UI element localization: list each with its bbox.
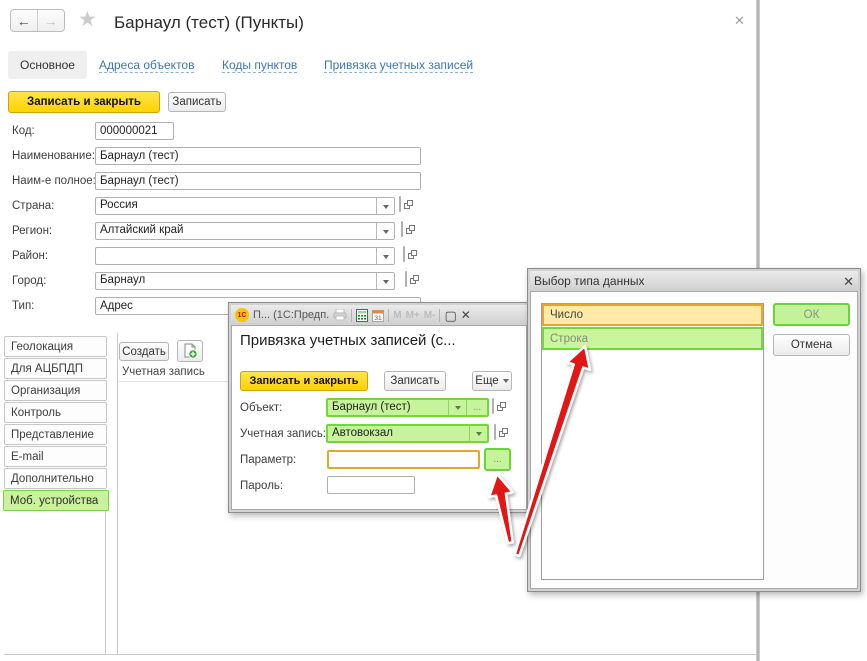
field-label-tip: Тип: xyxy=(12,300,34,312)
dialog-save-close-button[interactable]: Записать и закрыть xyxy=(240,371,368,391)
type-select-titlebar[interactable]: Выбор типа данных ✕ xyxy=(530,271,858,291)
memory-mminus-button[interactable]: M- xyxy=(424,310,436,321)
sidebar-item-kontrol[interactable]: Контроль xyxy=(4,402,107,423)
naimenovanie-field[interactable] xyxy=(95,147,421,165)
type-select-dialog: Выбор типа данных ✕ Число Строка ОК Отме… xyxy=(527,268,861,592)
binding-dialog-titlebar[interactable]: 1С П... (1С:Предп. 31 M M+ M- ▢ ✕ xyxy=(231,305,527,325)
save-close-button[interactable]: Записать и закрыть xyxy=(8,91,160,113)
memory-mplus-button[interactable]: M+ xyxy=(406,310,420,321)
account-open-button[interactable] xyxy=(494,424,496,440)
page-title: Барнаул (тест) (Пункты) xyxy=(114,13,304,33)
field-label-naimenovanie: Наименование: xyxy=(12,150,95,162)
rajon-dropdown-icon[interactable] xyxy=(376,248,394,264)
forward-button[interactable]: → xyxy=(38,10,64,31)
type-list[interactable]: Число Строка xyxy=(541,303,764,580)
strana-open-button[interactable] xyxy=(399,196,401,212)
region-open-button[interactable] xyxy=(401,221,403,237)
object-combo[interactable]: Барнаул (тест) ... xyxy=(326,398,489,417)
1c-logo-icon: 1С xyxy=(235,308,249,322)
object-open-button[interactable] xyxy=(492,398,494,414)
more-dropdown-icon xyxy=(503,379,509,386)
binding-dialog-body: Привязка учетных записей (с... Записать … xyxy=(231,325,527,510)
type-select-body: Число Строка ОК Отмена xyxy=(530,291,858,589)
sidebar-item-geolokaciya[interactable]: Геолокация xyxy=(4,336,107,357)
sidebar-item-predstavlenie[interactable]: Представление xyxy=(4,424,107,445)
region-dropdown-icon[interactable] xyxy=(376,223,394,239)
type-select-close-icon[interactable]: ✕ xyxy=(843,275,854,288)
sidebar-item-mob-ustrojstva[interactable]: Моб. устройства xyxy=(3,490,109,511)
svg-text:31: 31 xyxy=(375,315,383,322)
field-label-rajon: Район: xyxy=(12,250,48,262)
type-item-stroka[interactable]: Строка xyxy=(542,327,763,350)
type-item-chislo[interactable]: Число xyxy=(542,304,763,326)
kod-field[interactable] xyxy=(95,122,174,140)
cancel-button[interactable]: Отмена xyxy=(773,334,850,356)
tab-privyazka-uchetnyh-zapisej[interactable]: Привязка учетных записей xyxy=(324,58,473,73)
object-ellipsis-button[interactable]: ... xyxy=(466,400,487,415)
dialog-more-button[interactable]: Еще xyxy=(472,371,512,391)
strana-dropdown-icon[interactable] xyxy=(376,198,394,214)
field-label-gorod: Город: xyxy=(12,275,46,287)
strana-combo[interactable]: Россия xyxy=(95,197,395,215)
bottom-border xyxy=(4,654,756,655)
field-label-kod: Код: xyxy=(12,125,35,137)
calendar-icon[interactable]: 31 xyxy=(372,309,384,322)
binding-dialog-title: П... (1С:Предп. xyxy=(253,309,329,321)
tab-adresa-obektov[interactable]: Адреса объектов xyxy=(99,58,194,73)
print-icon[interactable] xyxy=(333,309,347,321)
memory-m-button[interactable]: M xyxy=(393,310,401,321)
sidebar-item-dlya-acbpdp[interactable]: Для АЦБПДП xyxy=(4,358,107,379)
favorite-star-icon[interactable]: ★ xyxy=(78,7,97,32)
binding-dialog: 1С П... (1С:Предп. 31 M M+ M- ▢ ✕ xyxy=(228,302,530,513)
field-label-region: Регион: xyxy=(12,225,52,237)
gorod-open-button[interactable] xyxy=(405,271,407,287)
save-button[interactable]: Записать xyxy=(168,92,226,112)
account-label: Учетная запись: xyxy=(240,428,326,440)
region-combo[interactable]: Алтайский край xyxy=(95,222,395,240)
sidebar-item-email[interactable]: E-mail xyxy=(4,446,107,467)
tab-kody-punktov[interactable]: Коды пунктов xyxy=(222,58,297,73)
main-close-icon[interactable]: ✕ xyxy=(734,13,745,29)
gorod-dropdown-icon[interactable] xyxy=(376,273,394,289)
calculator-icon[interactable] xyxy=(356,309,368,322)
account-combo[interactable]: Автовокзал xyxy=(326,424,489,443)
rajon-open-button[interactable] xyxy=(403,246,405,262)
password-field[interactable] xyxy=(327,476,415,494)
create-account-button[interactable] xyxy=(177,340,203,362)
create-button[interactable]: Создать xyxy=(119,342,169,361)
back-button[interactable]: ← xyxy=(11,10,38,31)
sidebar-item-organizaciya[interactable]: Организация xyxy=(4,380,107,401)
table-column-header[interactable]: Учетная запись xyxy=(122,366,205,378)
sidebar-right-divider xyxy=(105,511,106,655)
object-dropdown-icon[interactable] xyxy=(448,400,466,415)
rajon-combo[interactable] xyxy=(95,247,395,265)
account-dropdown-icon[interactable] xyxy=(469,426,487,441)
document-add-icon xyxy=(182,343,198,359)
field-label-naim-polnoe: Наим-е полное: xyxy=(12,175,96,187)
object-label: Объект: xyxy=(240,402,282,414)
type-select-title: Выбор типа данных xyxy=(534,274,839,288)
ok-button[interactable]: ОК xyxy=(773,303,850,326)
binding-dialog-maximize-icon[interactable]: ▢ xyxy=(444,309,456,322)
parameter-label: Параметр: xyxy=(240,454,296,466)
field-label-strana: Страна: xyxy=(12,200,54,212)
parameter-field[interactable] xyxy=(327,450,480,469)
nav-group: ← → xyxy=(10,9,65,32)
dialog-save-button[interactable]: Записать xyxy=(384,371,446,391)
naim-polnoe-field[interactable] xyxy=(95,172,421,190)
password-label: Пароль: xyxy=(240,480,283,492)
binding-dialog-heading: Привязка учетных записей (с... xyxy=(240,332,456,349)
tab-osnovnoe[interactable]: Основное xyxy=(8,51,87,79)
sidebar-item-dopolnitelno[interactable]: Дополнительно xyxy=(4,468,107,489)
binding-dialog-close-icon[interactable]: ✕ xyxy=(461,309,471,321)
parameter-ellipsis-button[interactable]: ... xyxy=(484,448,511,471)
gorod-combo[interactable]: Барнаул xyxy=(95,272,395,290)
